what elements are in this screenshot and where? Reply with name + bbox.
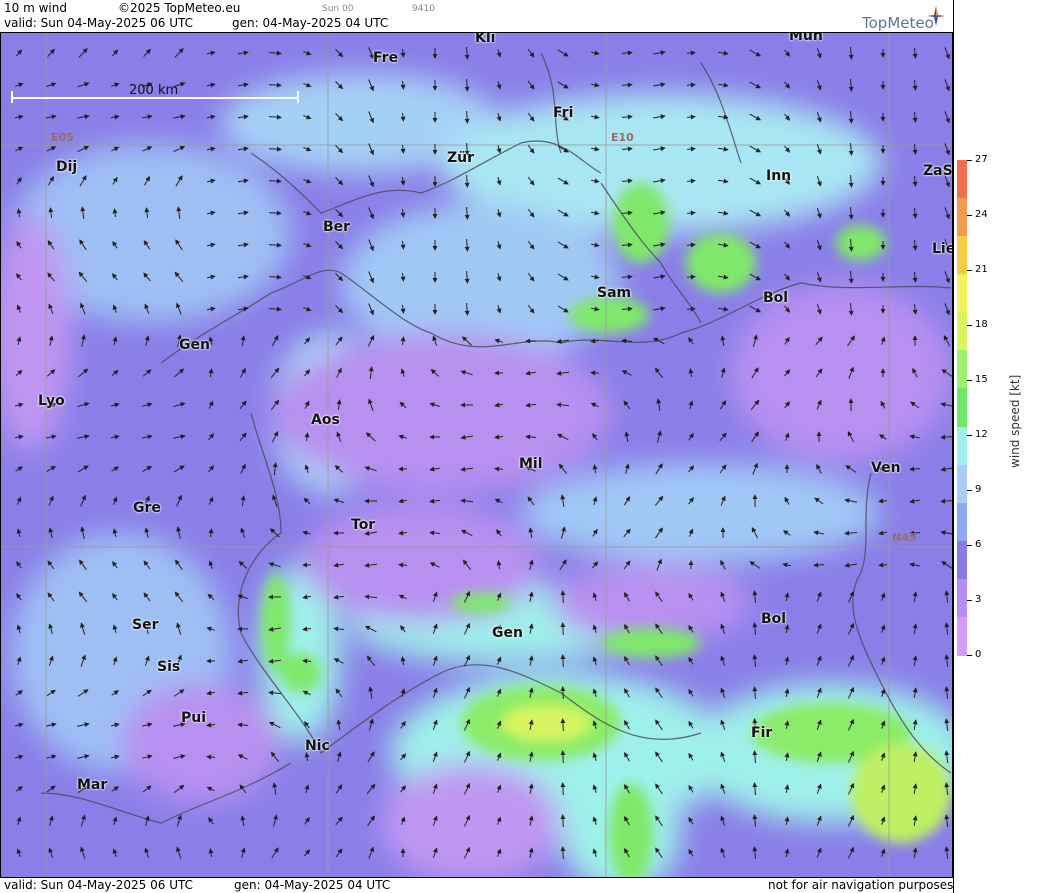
city-label: Sam bbox=[597, 285, 632, 301]
scale-tick-label: 27 bbox=[975, 154, 988, 165]
city-label: Kli bbox=[475, 32, 496, 46]
scale-tick-label: 6 bbox=[975, 539, 982, 550]
city-label: Ber bbox=[323, 219, 351, 235]
wind-arrow bbox=[878, 498, 888, 504]
lon-label-e05: E05 bbox=[51, 131, 74, 144]
wind-arrow bbox=[560, 750, 566, 764]
city-label: Dij bbox=[56, 159, 78, 175]
city-label: Ven bbox=[871, 460, 901, 476]
scale-tick-label: 12 bbox=[975, 429, 988, 440]
city-label: Pui bbox=[181, 710, 207, 726]
color-scale-segment bbox=[957, 274, 967, 314]
scale-tick-label: 9 bbox=[975, 484, 982, 495]
wind-arrow bbox=[560, 654, 566, 668]
footer: valid: Sun 04-May-2025 06 UTC gen: 04-Ma… bbox=[0, 878, 953, 893]
legend-panel: 27 24 21 18 15 12 9 6 3 0 bbox=[953, 0, 1045, 893]
city-label: Fir bbox=[751, 725, 773, 741]
scale-tick bbox=[967, 160, 972, 161]
color-scale-segment bbox=[957, 388, 967, 428]
scale-bar: 200 km bbox=[11, 83, 299, 103]
city-label: ZaS bbox=[923, 163, 953, 179]
scale-tick bbox=[967, 490, 972, 491]
wind-arrow bbox=[878, 562, 888, 568]
scale-tick bbox=[967, 270, 972, 271]
scale-tick-label: 3 bbox=[975, 594, 982, 605]
lon-label-e10: E10 bbox=[611, 131, 634, 144]
wind-arrow bbox=[560, 718, 566, 732]
city-label: Lie bbox=[932, 241, 953, 257]
scale-tick bbox=[967, 380, 972, 381]
wind-arrow bbox=[560, 590, 566, 604]
run-label: Sun 00 bbox=[322, 4, 354, 14]
lat-label-n45: N45 bbox=[892, 531, 917, 544]
city-label: Tor bbox=[351, 517, 376, 533]
scale-tick bbox=[967, 435, 972, 436]
footer-valid-time: valid: Sun 04-May-2025 06 UTC bbox=[4, 878, 193, 892]
city-label: Gre bbox=[133, 500, 161, 516]
city-label: Bol bbox=[763, 290, 789, 306]
city-label: Fre bbox=[373, 50, 399, 66]
city-label: Nic bbox=[305, 738, 330, 754]
scale-tick bbox=[967, 325, 972, 326]
color-scale-segment bbox=[957, 198, 967, 238]
wind-arrow bbox=[560, 846, 566, 860]
city-label: Sis bbox=[157, 659, 181, 675]
city-label: Mil bbox=[519, 456, 543, 472]
generated-time: gen: 04-May-2025 04 UTC bbox=[232, 16, 389, 30]
wind-arrow bbox=[560, 686, 566, 700]
scale-tick-label: 24 bbox=[975, 209, 988, 220]
color-scale-segment bbox=[957, 350, 967, 390]
city-label: Gen bbox=[179, 337, 210, 353]
city-label: Bol bbox=[761, 611, 787, 627]
city-label: Mar bbox=[77, 777, 108, 793]
color-scale-segment bbox=[957, 578, 967, 618]
run-code: 9410 bbox=[412, 4, 435, 14]
city-label: Gen bbox=[492, 625, 523, 641]
city-label: Zür bbox=[447, 150, 475, 166]
color-scale-segment bbox=[957, 540, 967, 580]
valid-time: valid: Sun 04-May-2025 06 UTC bbox=[4, 16, 193, 30]
color-scale-segment bbox=[957, 160, 967, 200]
footer-generated-time: gen: 04-May-2025 04 UTC bbox=[234, 878, 391, 892]
color-scale-segment bbox=[957, 464, 967, 504]
wind-arrow bbox=[560, 782, 566, 796]
brand-star-icon bbox=[927, 6, 945, 26]
city-label: Lyo bbox=[38, 393, 65, 409]
color-scale-segment bbox=[957, 502, 967, 542]
scale-tick-label: 15 bbox=[975, 374, 988, 385]
color-scale-segment bbox=[957, 426, 967, 466]
city-label: Inn bbox=[766, 168, 792, 184]
scale-tick-label: 21 bbox=[975, 264, 988, 275]
city-label: Fri bbox=[553, 105, 574, 121]
color-scale-bar bbox=[957, 160, 967, 656]
city-label: Mün bbox=[789, 32, 823, 44]
color-scale-segment bbox=[957, 236, 967, 276]
scale-label: 200 km bbox=[129, 83, 179, 98]
brand-logo-text[interactable]: TopMeteo bbox=[862, 14, 934, 32]
copyright: ©2025 TopMeteo.eu bbox=[118, 1, 241, 15]
city-label: Ser bbox=[132, 617, 159, 633]
legend-title: wind speed [kt] bbox=[1008, 374, 1022, 468]
scale-tick-label: 0 bbox=[975, 649, 982, 660]
scale-tick bbox=[967, 545, 972, 546]
wind-map[interactable]: 200 km E05 E10 N45 Kli Mün Fre Fri Dij Z… bbox=[0, 32, 953, 878]
color-scale-segment bbox=[957, 312, 967, 352]
scale-tick bbox=[967, 655, 972, 656]
disclaimer: not for air navigation purposes bbox=[768, 878, 954, 892]
scale-tick bbox=[967, 215, 972, 216]
wind-arrow bbox=[560, 814, 566, 828]
color-scale-segment bbox=[957, 616, 967, 656]
header: 10 m wind ©2025 TopMeteo.eu Sun 00 9410 … bbox=[0, 0, 953, 32]
wind-field bbox=[1, 33, 952, 877]
city-label: Aos bbox=[311, 412, 340, 428]
wind-arrow bbox=[560, 622, 566, 636]
scale-tick-label: 18 bbox=[975, 319, 988, 330]
product-title: 10 m wind bbox=[4, 1, 67, 15]
scale-tick bbox=[967, 600, 972, 601]
